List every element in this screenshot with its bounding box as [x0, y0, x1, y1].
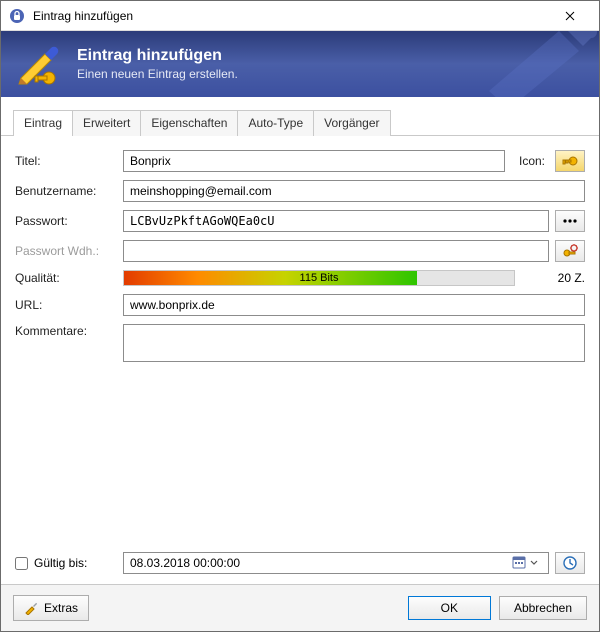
banner-text: Eintrag hinzufügen Einen neuen Eintrag e… — [77, 47, 238, 81]
label-quality: Qualität: — [15, 271, 123, 285]
ok-button[interactable]: OK — [408, 596, 491, 620]
expiry-datetime-picker[interactable]: 08.03.2018 00:00:00 — [123, 552, 549, 574]
tab-autotype[interactable]: Auto-Type — [237, 110, 314, 136]
row-expires: Gültig bis: 08.03.2018 00:00:00 — [15, 552, 585, 574]
expiry-date-value: 08.03.2018 00:00:00 — [130, 556, 512, 570]
row-password: Passwort: — [15, 210, 585, 232]
row-title: Titel: Icon: — [15, 150, 585, 172]
label-url: URL: — [15, 298, 123, 312]
row-comments: Kommentare: — [15, 324, 585, 536]
ok-button-label: OK — [441, 601, 458, 615]
username-input[interactable] — [123, 180, 585, 202]
calendar-icon — [512, 555, 528, 571]
chevron-down-icon — [530, 560, 544, 566]
app-lock-icon — [9, 8, 25, 24]
password-repeat-input — [123, 240, 549, 262]
tab-history[interactable]: Vorgänger — [313, 110, 390, 136]
cancel-button-label: Abbrechen — [514, 601, 572, 615]
generate-password-button[interactable] — [555, 240, 585, 262]
expiry-preset-button[interactable] — [555, 552, 585, 574]
row-username: Benutzername: — [15, 180, 585, 202]
url-input[interactable] — [123, 294, 585, 316]
key-gear-icon — [562, 244, 578, 258]
toggle-password-visibility-button[interactable] — [555, 210, 585, 232]
label-icon: Icon: — [505, 154, 545, 168]
cancel-button[interactable]: Abbrechen — [499, 596, 587, 620]
dialog-window: Eintrag hinzufügen Eintrag hinzufügen Ei… — [0, 0, 600, 632]
label-username: Benutzername: — [15, 184, 123, 198]
quality-fill — [124, 271, 417, 285]
label-expires: Gültig bis: — [34, 556, 87, 570]
key-icon — [562, 155, 578, 167]
dialog-footer: Extras OK Abbrechen — [1, 584, 599, 631]
row-quality: Qualität: 115 Bits 20 Z. — [15, 270, 585, 286]
expires-checkbox[interactable] — [15, 557, 28, 570]
tab-properties[interactable]: Eigenschaften — [140, 110, 238, 136]
label-title: Titel: — [15, 154, 123, 168]
clock-icon — [562, 555, 578, 571]
comments-textarea[interactable] — [123, 324, 585, 362]
titlebar: Eintrag hinzufügen — [1, 1, 599, 31]
banner-heading: Eintrag hinzufügen — [77, 47, 238, 65]
extras-button[interactable]: Extras — [13, 595, 89, 621]
tab-entry[interactable]: Eintrag — [13, 110, 73, 136]
banner-subheading: Einen neuen Eintrag erstellen. — [77, 67, 238, 81]
tab-bar: Eintrag Erweitert Eigenschaften Auto-Typ… — [1, 97, 599, 136]
expires-checkbox-label[interactable]: Gültig bis: — [15, 556, 123, 570]
banner-bg-art — [469, 31, 599, 97]
form-body: Titel: Icon: Benutzername: Passwort: — [1, 136, 599, 584]
header-banner: Eintrag hinzufügen Einen neuen Eintrag e… — [1, 31, 599, 97]
quality-bits-text: 115 Bits — [300, 272, 339, 284]
label-password: Passwort: — [15, 214, 123, 228]
quality-chars-text: 20 Z. — [525, 271, 585, 285]
quality-meter: 115 Bits — [123, 270, 515, 286]
row-url: URL: — [15, 294, 585, 316]
title-input[interactable] — [123, 150, 505, 172]
label-comments: Kommentare: — [15, 324, 123, 338]
window-title: Eintrag hinzufügen — [33, 9, 547, 23]
dots-icon — [562, 217, 578, 225]
close-button[interactable] — [547, 1, 593, 31]
extras-button-label: Extras — [44, 601, 78, 615]
icon-picker-button[interactable] — [555, 150, 585, 172]
password-input[interactable] — [123, 210, 549, 232]
tools-icon — [24, 601, 38, 615]
pencil-key-icon — [15, 40, 63, 88]
row-password-repeat: Passwort Wdh.: — [15, 240, 585, 262]
tab-advanced[interactable]: Erweitert — [72, 110, 141, 136]
label-password-repeat: Passwort Wdh.: — [15, 244, 123, 258]
